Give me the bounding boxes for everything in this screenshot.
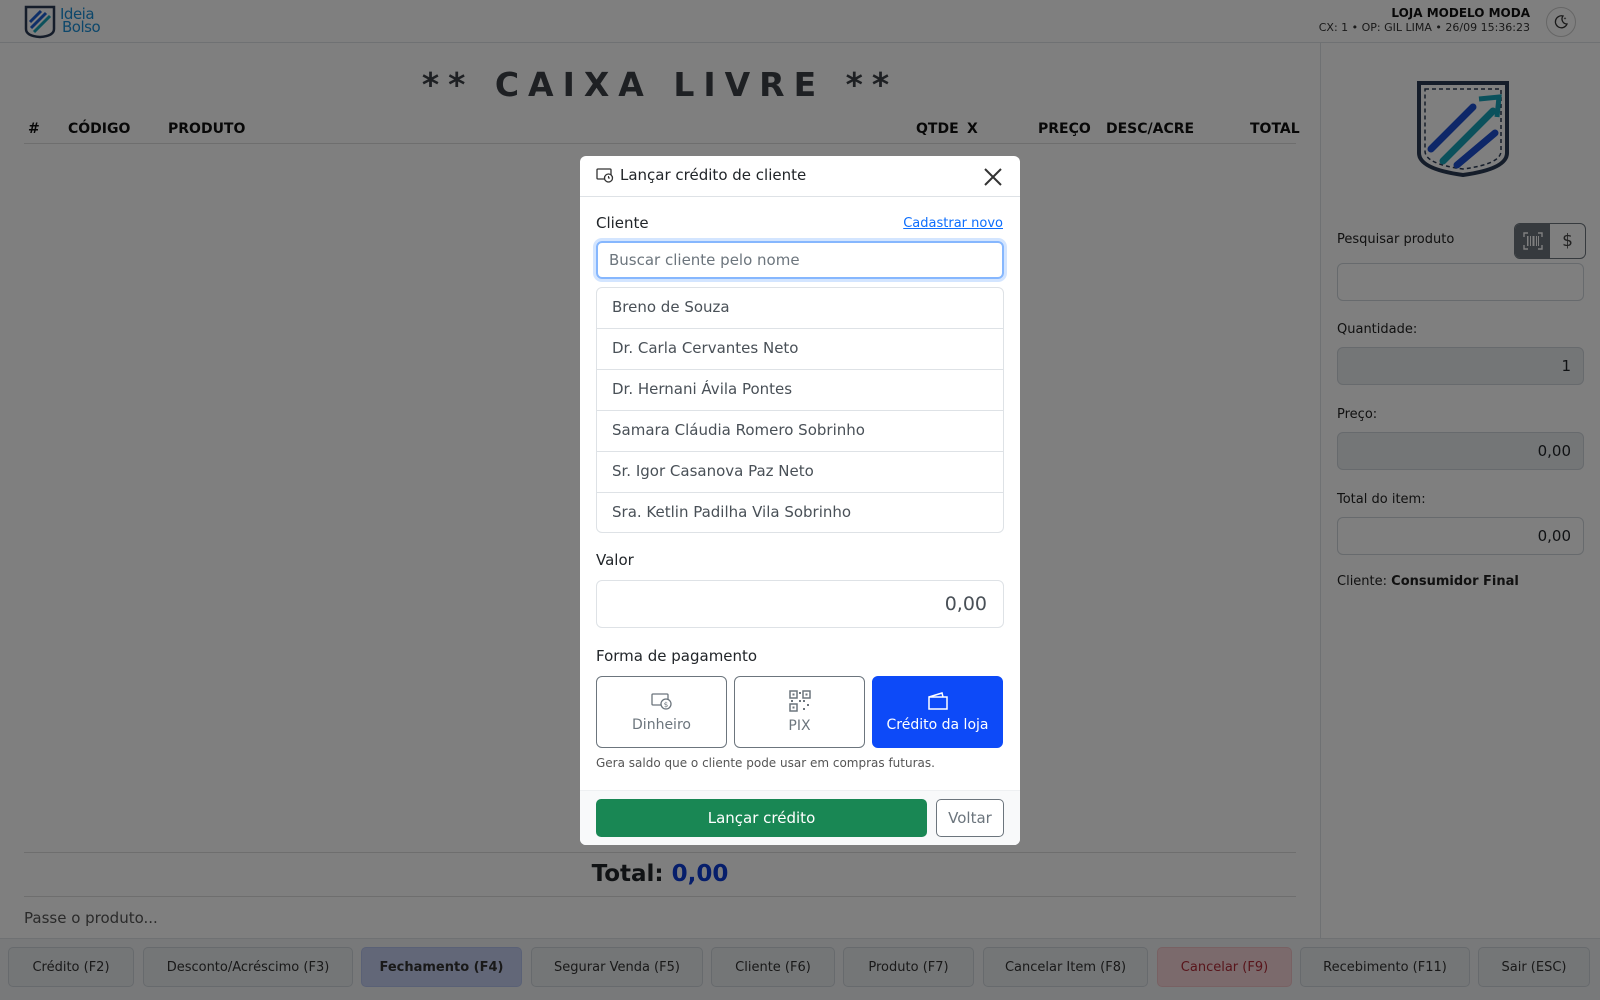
client-option[interactable]: Sra. Ketlin Padilha Vila Sobrinho xyxy=(597,493,1003,532)
payment-store-credit-label: Crédito da loja xyxy=(886,717,989,733)
client-option[interactable]: Dr. Carla Cervantes Neto xyxy=(597,329,1003,370)
wallet-icon xyxy=(927,692,948,710)
client-option[interactable]: Samara Cláudia Romero Sobrinho xyxy=(597,411,1003,452)
client-search-input[interactable]: Buscar cliente pelo nome xyxy=(596,241,1004,279)
client-option[interactable]: Sr. Igor Casanova Paz Neto xyxy=(597,452,1003,493)
cash-icon: $ xyxy=(650,693,672,710)
payment-cash-button[interactable]: $ Dinheiro xyxy=(596,676,727,748)
dialog-title: Lançar crédito de cliente xyxy=(620,166,807,184)
dialog-footer: Lançar crédito Voltar xyxy=(580,790,1020,845)
close-icon[interactable] xyxy=(982,166,1004,188)
client-credit-dialog: Lançar crédito de cliente Cliente Cadast… xyxy=(580,156,1020,845)
payment-pix-button[interactable]: PIX xyxy=(734,676,865,748)
client-option[interactable]: Breno de Souza xyxy=(597,288,1003,329)
dialog-header: Lançar crédito de cliente xyxy=(580,156,1020,197)
client-option[interactable]: Dr. Hernani Ávila Pontes xyxy=(597,370,1003,411)
amount-input[interactable]: 0,00 xyxy=(596,580,1004,628)
payment-store-credit-button[interactable]: Crédito da loja xyxy=(872,676,1003,748)
submit-credit-button[interactable]: Lançar crédito xyxy=(596,799,927,837)
qr-code-icon xyxy=(788,690,811,712)
amount-label: Valor xyxy=(596,551,634,569)
payment-method-label: Forma de pagamento xyxy=(596,647,758,665)
svg-text:$: $ xyxy=(663,701,667,709)
client-field-label: Cliente xyxy=(596,214,649,232)
back-button[interactable]: Voltar xyxy=(936,799,1004,837)
payment-help-text: Gera saldo que o cliente pode usar em co… xyxy=(596,756,935,770)
payment-cash-label: Dinheiro xyxy=(632,717,691,733)
register-client-link[interactable]: Cadastrar novo xyxy=(903,216,1003,231)
payment-pix-label: PIX xyxy=(788,718,811,734)
cash-clock-icon xyxy=(596,168,614,183)
client-results-list: Breno de Souza Dr. Carla Cervantes Neto … xyxy=(596,287,1004,533)
